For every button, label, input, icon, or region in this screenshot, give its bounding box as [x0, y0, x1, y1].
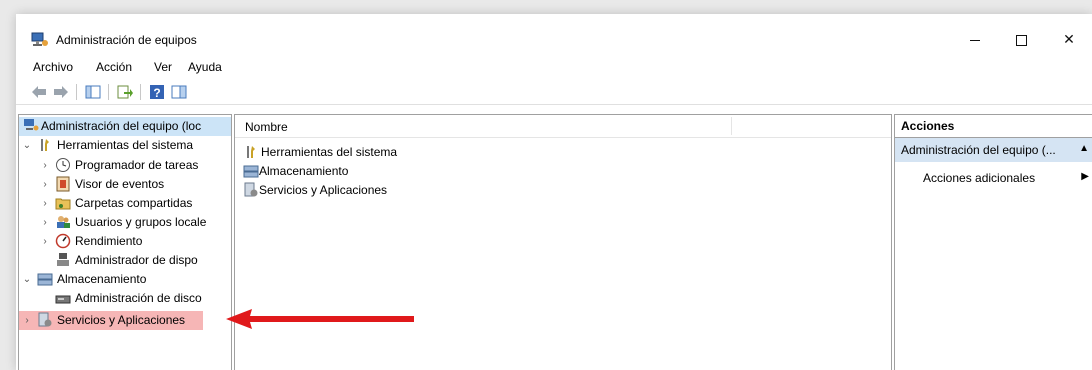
users-icon: [57, 216, 70, 228]
computer-management-window: Administración de equipos ✕ Archivo Acci…: [16, 14, 1092, 370]
menu-archivo[interactable]: Archivo: [33, 60, 73, 74]
actions-title: Acciones: [901, 119, 955, 133]
submenu-arrow-icon: ▶: [1081, 171, 1089, 182]
tree-item-label: Rendimiento: [75, 234, 143, 248]
tree-item-label: Administración del equipo (loc: [41, 119, 202, 133]
console-tree[interactable]: Administración del equipo (loc ⌄ Herrami…: [18, 114, 232, 370]
performance-icon: [55, 233, 71, 249]
chevron-down-icon[interactable]: ⌄: [21, 136, 33, 155]
tree-item-label: Servicios y Aplicaciones: [57, 313, 186, 327]
storage-icon: [243, 165, 259, 178]
actions-header: Acciones: [895, 115, 1092, 138]
toolbar-separator: [140, 84, 141, 100]
window-title: Administración de equipos: [56, 33, 197, 47]
minimize-button[interactable]: [952, 24, 998, 54]
chevron-right-icon[interactable]: ›: [39, 213, 51, 232]
actions-section-label: Administración del equipo (...: [901, 143, 1056, 157]
toolbar: ?: [16, 80, 1092, 105]
tree-item-task-scheduler[interactable]: › Programador de tareas: [19, 156, 231, 175]
list-item-label: Herramientas del sistema: [261, 145, 398, 159]
tree-item-label: Almacenamiento: [57, 272, 147, 286]
computer-management-icon: [24, 119, 39, 131]
back-icon[interactable]: [30, 83, 48, 101]
tree-item-label: Carpetas compartidas: [75, 196, 193, 210]
minimize-icon: [970, 39, 980, 41]
tree-item-label: Administración de disco: [75, 291, 202, 305]
menu-bar: Archivo Acción Ver Ayuda: [16, 58, 1092, 78]
tree-item-storage[interactable]: ⌄ Almacenamiento: [19, 270, 231, 289]
maximize-button[interactable]: [998, 24, 1044, 54]
services-apps-icon: [38, 312, 52, 327]
chevron-right-icon[interactable]: ›: [39, 194, 51, 213]
actions-pane: Acciones Administración del equipo (... …: [894, 114, 1092, 370]
tree-item-device-manager[interactable]: Administrador de dispo: [19, 251, 231, 270]
tools-icon: [41, 139, 49, 151]
chevron-right-icon[interactable]: ›: [39, 156, 51, 175]
chevron-right-icon[interactable]: ›: [39, 175, 51, 194]
svg-text:?: ?: [153, 86, 160, 100]
device-manager-icon: [57, 253, 69, 266]
menu-accion[interactable]: Acción: [96, 60, 132, 74]
close-icon: ✕: [1063, 31, 1075, 47]
maximize-icon: [1015, 34, 1027, 46]
chevron-right-icon[interactable]: ›: [21, 311, 33, 330]
storage-icon: [37, 273, 53, 286]
show-hide-tree-icon[interactable]: [84, 83, 102, 101]
tree-item-label: Herramientas del sistema: [57, 138, 194, 152]
tree-item-label: Visor de eventos: [75, 177, 165, 191]
column-header-name[interactable]: Nombre: [245, 120, 288, 134]
show-hide-action-pane-icon[interactable]: [170, 83, 188, 101]
more-actions-item[interactable]: Acciones adicionales ▶: [923, 171, 1091, 185]
toolbar-separator: [76, 84, 77, 100]
tree-item-services-apps[interactable]: › Servicios y Aplicaciones: [19, 311, 203, 330]
tree-item-system-tools[interactable]: ⌄ Herramientas del sistema: [19, 136, 231, 155]
collapse-up-icon[interactable]: ▲: [1079, 143, 1089, 154]
event-viewer-icon: [56, 176, 70, 192]
services-apps-icon: [244, 182, 258, 197]
tree-item-event-viewer[interactable]: › Visor de eventos: [19, 175, 231, 194]
export-list-icon[interactable]: [116, 83, 134, 101]
clock-icon: [56, 158, 70, 172]
title-bar[interactable]: Administración de equipos ✕: [16, 14, 1092, 60]
tree-item-label: Programador de tareas: [75, 158, 199, 172]
chevron-down-icon[interactable]: ⌄: [21, 270, 33, 289]
red-arrow-annotation: [226, 309, 414, 329]
menu-ayuda[interactable]: Ayuda: [188, 60, 222, 74]
tree-item-label: Administrador de dispo: [75, 253, 198, 267]
tree-item-root[interactable]: Administración del equipo (loc: [19, 117, 231, 136]
tools-icon: [247, 146, 255, 158]
toolbar-separator: [108, 84, 109, 100]
list-item-label: Almacenamiento: [259, 164, 349, 178]
shared-folder-icon: [55, 198, 71, 210]
list-item-label: Servicios y Aplicaciones: [259, 183, 388, 197]
tree-item-local-users[interactable]: › Usuarios y grupos locale: [19, 213, 231, 232]
column-divider[interactable]: [731, 117, 732, 135]
tree-item-label: Usuarios y grupos locale: [75, 215, 207, 229]
disk-management-icon: [55, 295, 71, 304]
close-button[interactable]: ✕: [1046, 24, 1092, 54]
menu-ver[interactable]: Ver: [154, 60, 172, 74]
chevron-right-icon[interactable]: ›: [39, 232, 51, 251]
tree-item-shared-folders[interactable]: › Carpetas compartidas: [19, 194, 231, 213]
tree-item-performance[interactable]: › Rendimiento: [19, 232, 231, 251]
actions-section-header[interactable]: Administración del equipo (... ▲: [895, 138, 1092, 162]
tree-item-disk-management[interactable]: Administración de disco: [19, 289, 231, 308]
computer-management-icon: [31, 32, 48, 46]
forward-icon[interactable]: [52, 83, 70, 101]
column-header-row: Nombre: [235, 115, 891, 138]
more-actions-label: Acciones adicionales: [923, 171, 1036, 185]
help-icon[interactable]: ?: [148, 83, 166, 101]
